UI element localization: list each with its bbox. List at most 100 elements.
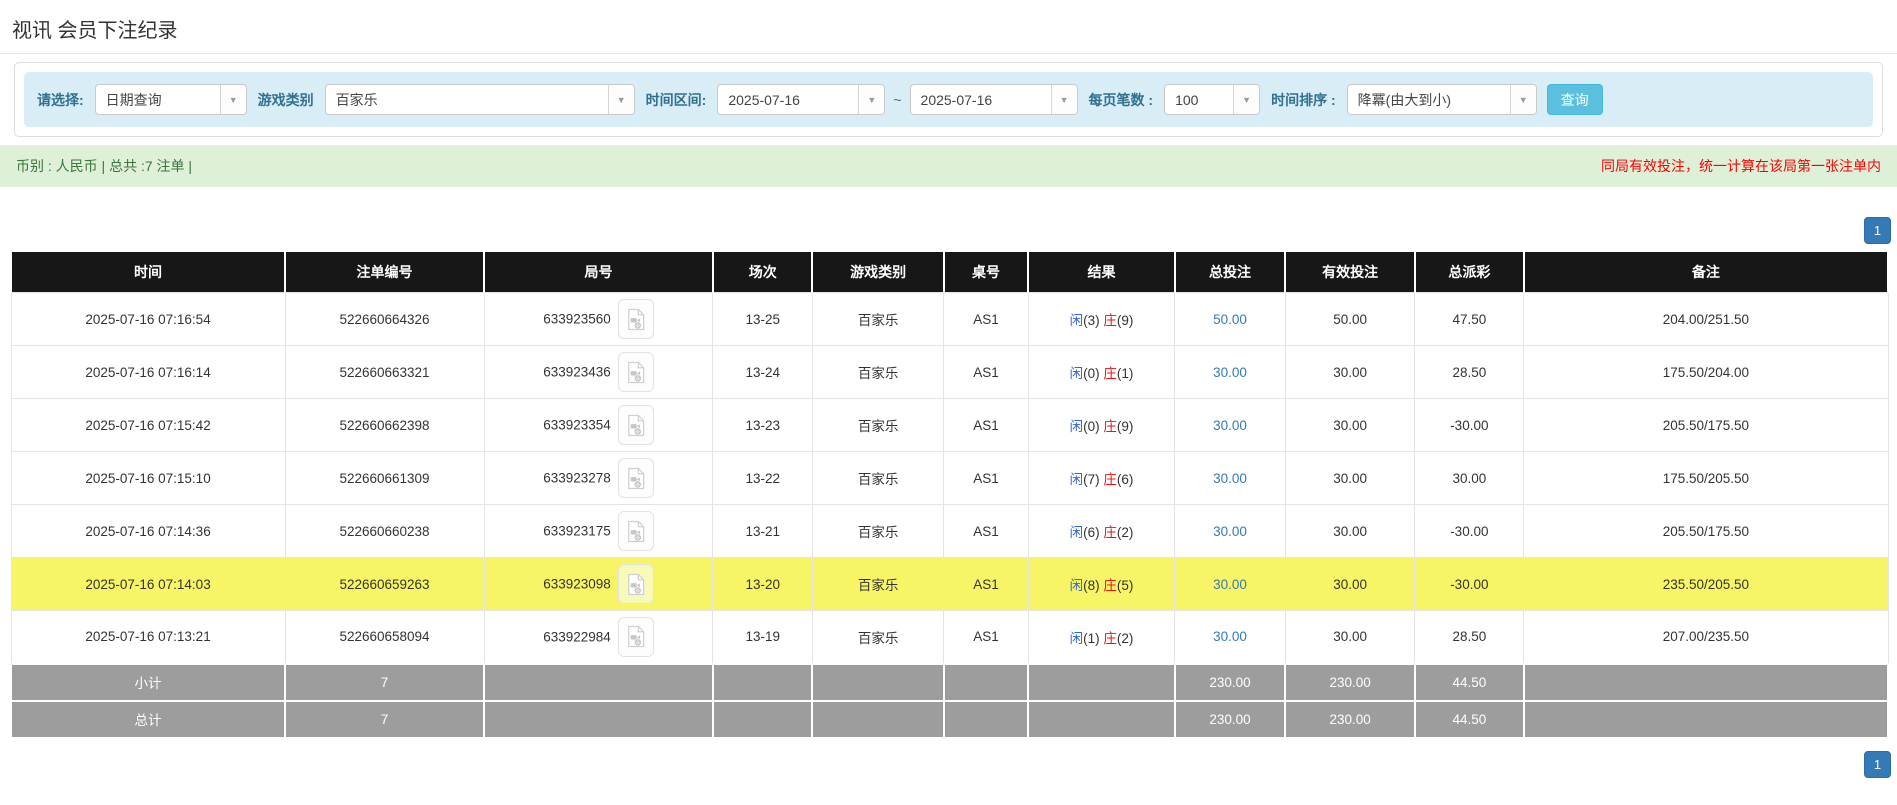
total-bet-link[interactable]: 30.00: [1213, 365, 1247, 380]
cell-session: 13-24: [713, 346, 812, 399]
query-mode-select[interactable]: 日期查询 ▼: [95, 84, 247, 115]
page-1-button[interactable]: 1: [1864, 751, 1891, 778]
date-range-tilde: ~: [893, 92, 901, 108]
table-row: 2025-07-16 07:16:14 522660663321 6339234…: [11, 346, 1888, 399]
result-banker-label: 庄: [1103, 525, 1117, 540]
game-type-value: 百家乐: [326, 85, 608, 114]
result-player-score: (1): [1083, 631, 1100, 646]
summary-row: 小计 7 230.00 230.00 44.50: [11, 664, 1888, 701]
video-replay-button[interactable]: [618, 617, 654, 657]
cell-game-type: 百家乐: [812, 399, 943, 452]
cell-round-id: 633923175: [484, 505, 713, 558]
page-1-button[interactable]: 1: [1864, 217, 1891, 244]
time-sort-select[interactable]: 降冪(由大到小) ▼: [1347, 84, 1537, 115]
chevron-down-icon[interactable]: ▼: [858, 85, 884, 114]
result-player-score: (8): [1083, 578, 1100, 593]
video-replay-icon: [625, 361, 646, 384]
cell-total-bet: 30.00: [1175, 611, 1286, 664]
cell-game-type: 百家乐: [812, 452, 943, 505]
summary-label: 小计: [11, 664, 285, 701]
table-row: 2025-07-16 07:13:21 522660658094 6339229…: [11, 611, 1888, 664]
pagination-top: 1: [0, 217, 1897, 244]
cell-total-bet: 30.00: [1175, 505, 1286, 558]
summary-total-bet: 230.00: [1175, 664, 1286, 701]
total-bet-link[interactable]: 50.00: [1213, 312, 1247, 327]
video-replay-button[interactable]: [618, 405, 654, 445]
search-button[interactable]: 查询: [1547, 84, 1603, 115]
video-replay-icon: [625, 573, 646, 596]
cell-session: 13-25: [713, 293, 812, 346]
summary-valid-bet: 230.00: [1285, 701, 1415, 738]
video-replay-button[interactable]: [618, 564, 654, 604]
video-replay-icon: [625, 467, 646, 490]
same-round-notice: 同局有效投注，统一计算在该局第一张注单内: [1601, 156, 1881, 176]
round-id-text: 633923278: [543, 471, 611, 486]
cell-table-no: AS1: [944, 611, 1028, 664]
total-bet-link[interactable]: 30.00: [1213, 629, 1247, 644]
chevron-down-icon[interactable]: ▼: [1051, 85, 1077, 114]
chevron-down-icon[interactable]: ▼: [608, 85, 634, 114]
cell-time: 2025-07-16 07:16:54: [11, 293, 285, 346]
header-result: 结果: [1028, 252, 1174, 293]
date-from-value: 2025-07-16: [718, 85, 858, 114]
header-table-no: 桌号: [944, 252, 1028, 293]
cell-session: 13-20: [713, 558, 812, 611]
cell-bet-id: 522660663321: [285, 346, 484, 399]
chevron-down-icon[interactable]: ▼: [220, 85, 246, 114]
summary-count: 7: [285, 701, 484, 738]
date-from-select[interactable]: 2025-07-16 ▼: [717, 84, 885, 115]
cell-game-type: 百家乐: [812, 558, 943, 611]
currency-total-text: 币别 : 人民币 | 总共 :7 注单 |: [16, 156, 192, 176]
cell-result: 闲(8) 庄(5): [1028, 558, 1174, 611]
table-row: 2025-07-16 07:14:03 522660659263 6339230…: [11, 558, 1888, 611]
cell-note: 207.00/235.50: [1524, 611, 1888, 664]
total-bet-link[interactable]: 30.00: [1213, 577, 1247, 592]
cell-bet-id: 522660662398: [285, 399, 484, 452]
round-id-text: 633923175: [543, 524, 611, 539]
header-time: 时间: [11, 252, 285, 293]
cell-result: 闲(0) 庄(1): [1028, 346, 1174, 399]
cell-payout: 30.00: [1415, 452, 1524, 505]
summary-empty: [1524, 701, 1888, 738]
cell-table-no: AS1: [944, 399, 1028, 452]
filter-bar: 请选择: 日期查询 ▼ 游戏类别 百家乐 ▼ 时间区间: 2025-07-16 …: [24, 72, 1873, 127]
cell-bet-id: 522660659263: [285, 558, 484, 611]
cell-round-id: 633923098: [484, 558, 713, 611]
cell-time: 2025-07-16 07:15:10: [11, 452, 285, 505]
cell-total-bet: 30.00: [1175, 399, 1286, 452]
result-banker-score: (5): [1117, 578, 1134, 593]
video-replay-button[interactable]: [618, 352, 654, 392]
video-replay-icon: [625, 625, 646, 648]
summary-empty: [1028, 664, 1174, 701]
summary-empty: [812, 701, 943, 738]
chevron-down-icon[interactable]: ▼: [1510, 85, 1536, 114]
summary-payout: 44.50: [1415, 664, 1524, 701]
cell-round-id: 633923560: [484, 293, 713, 346]
cell-note: 205.50/175.50: [1524, 399, 1888, 452]
cell-note: 175.50/205.50: [1524, 452, 1888, 505]
video-replay-button[interactable]: [618, 458, 654, 498]
cell-total-bet: 50.00: [1175, 293, 1286, 346]
table-header-row: 时间 注单编号 局号 场次 游戏类别 桌号 结果 总投注 有效投注 总派彩 备注: [11, 252, 1888, 293]
cell-total-bet: 30.00: [1175, 346, 1286, 399]
total-bet-link[interactable]: 30.00: [1213, 471, 1247, 486]
summary-empty: [484, 701, 713, 738]
time-sort-label: 时间排序 :: [1268, 90, 1339, 110]
game-type-select[interactable]: 百家乐 ▼: [325, 84, 635, 115]
page-size-select[interactable]: 100 ▼: [1164, 84, 1260, 115]
date-to-select[interactable]: 2025-07-16 ▼: [910, 84, 1078, 115]
total-bet-link[interactable]: 30.00: [1213, 524, 1247, 539]
video-replay-button[interactable]: [618, 511, 654, 551]
summary-empty: [944, 664, 1028, 701]
info-bar: 币别 : 人民币 | 总共 :7 注单 | 同局有效投注，统一计算在该局第一张注…: [0, 145, 1897, 187]
cell-note: 235.50/205.50: [1524, 558, 1888, 611]
video-replay-button[interactable]: [618, 299, 654, 339]
cell-bet-id: 522660660238: [285, 505, 484, 558]
chevron-down-icon[interactable]: ▼: [1233, 85, 1259, 114]
cell-payout: -30.00: [1415, 505, 1524, 558]
title-divider: [0, 53, 1897, 54]
cell-payout: 28.50: [1415, 346, 1524, 399]
table-row: 2025-07-16 07:15:10 522660661309 6339232…: [11, 452, 1888, 505]
total-bet-link[interactable]: 30.00: [1213, 418, 1247, 433]
time-range-label: 时间区间:: [643, 90, 710, 110]
